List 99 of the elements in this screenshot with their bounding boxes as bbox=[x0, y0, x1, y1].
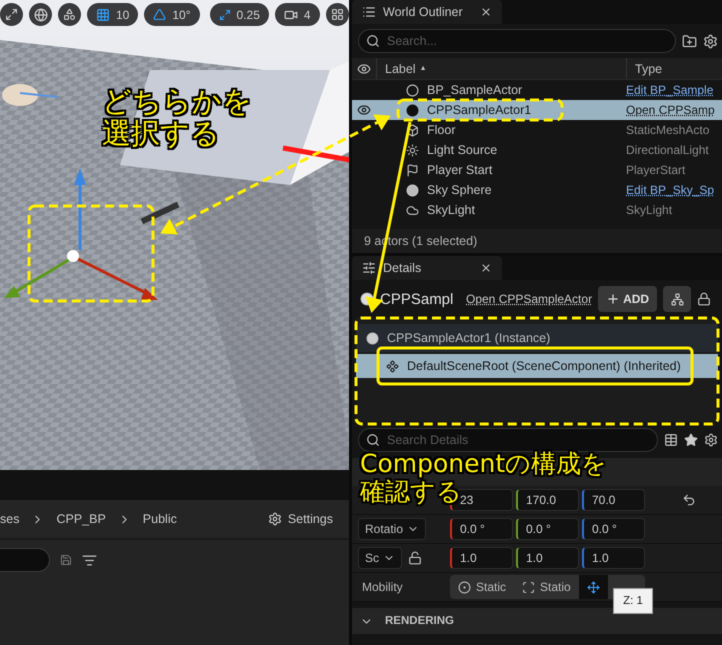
actor-label: SkyLight bbox=[427, 203, 475, 217]
type-label: PlayerStart bbox=[626, 163, 686, 177]
settings-button[interactable]: Settings bbox=[262, 511, 339, 527]
maximize-icon bbox=[5, 8, 18, 21]
type-link[interactable]: Edit BP_Sky_Sp bbox=[626, 183, 722, 197]
target-icon bbox=[458, 580, 471, 594]
settings-icon[interactable] bbox=[703, 34, 718, 48]
world-outliner-tab[interactable]: World Outliner bbox=[352, 0, 502, 24]
outliner-row[interactable]: Light Source DirectionalLight bbox=[352, 140, 722, 160]
number-field[interactable]: 1.0 bbox=[582, 547, 645, 569]
scale-snap-button[interactable]: 0.25 bbox=[210, 3, 269, 26]
angle-icon bbox=[153, 8, 166, 21]
search-field[interactable]: Search... bbox=[358, 29, 676, 53]
section-header[interactable]: RENDERING bbox=[352, 608, 722, 634]
details-tab[interactable]: Details bbox=[352, 256, 502, 280]
transform-dropdown[interactable]: Sc bbox=[358, 547, 402, 569]
mobility-option[interactable]: Static bbox=[450, 575, 514, 599]
number-field[interactable]: 0.0 ° bbox=[582, 518, 645, 540]
component-item[interactable]: DefaultSceneRoot (SceneComponent) (Inherited) bbox=[356, 354, 718, 378]
annotation-text: 選択する bbox=[102, 118, 220, 150]
type-label: SkyLight bbox=[626, 203, 674, 217]
property-label: Mobility bbox=[361, 580, 404, 594]
snap-icon bbox=[63, 8, 76, 21]
annotation-text: Componentの構成を bbox=[360, 450, 608, 478]
actor-label: Light Source bbox=[427, 143, 498, 157]
column-header[interactable]: Type bbox=[635, 62, 662, 76]
reset-icon[interactable] bbox=[682, 493, 696, 507]
blueprint-button[interactable] bbox=[663, 286, 692, 312]
actor-label: Sky Sphere bbox=[427, 183, 492, 197]
bracket-icon bbox=[522, 580, 536, 594]
actor-icon bbox=[366, 332, 379, 344]
eye-icon[interactable] bbox=[357, 103, 371, 117]
eye-icon bbox=[357, 62, 371, 76]
actor-icon bbox=[406, 104, 419, 116]
scale-icon bbox=[218, 8, 231, 20]
actor-name: CPPSampl bbox=[380, 290, 454, 308]
actor-label: BP_SampleActor bbox=[427, 83, 522, 97]
grid-snap-button[interactable]: 10 bbox=[87, 3, 138, 26]
type-link[interactable]: Open CPPSamp bbox=[626, 103, 722, 117]
filter-icon[interactable] bbox=[82, 552, 97, 568]
folder-add-icon[interactable] bbox=[682, 34, 697, 48]
type-label: StaticMeshActo bbox=[626, 123, 710, 137]
details-icon bbox=[362, 261, 376, 275]
outliner-row[interactable]: SkyLight SkyLight bbox=[352, 200, 722, 220]
close-icon[interactable] bbox=[480, 6, 492, 18]
breadcrumb-item[interactable]: CPP_BP bbox=[56, 512, 106, 526]
cube-icon bbox=[406, 124, 419, 136]
globe-icon bbox=[34, 8, 48, 22]
sphere-icon bbox=[406, 184, 419, 196]
outliner-row[interactable]: Player Start PlayerStart bbox=[352, 160, 722, 180]
camera-speed-button[interactable]: 4 bbox=[274, 3, 320, 26]
annotation-text: どちらかを bbox=[102, 86, 252, 118]
open-link[interactable]: Open CPPSampleActor bbox=[466, 292, 592, 306]
plus-icon bbox=[606, 292, 620, 306]
mobility-option[interactable] bbox=[578, 575, 608, 599]
settings-icon bbox=[268, 512, 282, 526]
sun-icon bbox=[406, 144, 419, 156]
component-icon bbox=[386, 360, 399, 372]
number-field[interactable]: 170.0 bbox=[516, 489, 579, 511]
number-field[interactable]: 0.0 ° bbox=[516, 518, 579, 540]
outliner-row[interactable]: BP_SampleActor Edit BP_Sample bbox=[352, 80, 722, 100]
number-field[interactable]: 70.0 bbox=[582, 489, 645, 511]
add-button[interactable]: ADD bbox=[598, 286, 658, 312]
outliner-row[interactable]: Floor StaticMeshActo bbox=[352, 120, 722, 140]
component-item[interactable]: CPPSampleActor1 (Instance) bbox=[356, 324, 718, 352]
layout-icon bbox=[330, 8, 344, 21]
tooltip: Z: 1 bbox=[613, 588, 653, 614]
move-icon bbox=[586, 580, 600, 594]
actor-label: CPPSampleActor1 bbox=[427, 103, 532, 117]
cloud-icon bbox=[406, 204, 419, 216]
actor-icon bbox=[406, 84, 419, 96]
breadcrumb-item[interactable]: Public bbox=[142, 512, 177, 526]
settings-icon[interactable] bbox=[704, 433, 718, 447]
close-icon[interactable] bbox=[480, 262, 492, 274]
angle-snap-button[interactable]: 10° bbox=[144, 3, 200, 26]
save-icon[interactable] bbox=[60, 554, 72, 566]
breadcrumb-item[interactable]: ses bbox=[0, 512, 20, 526]
outliner-icon bbox=[362, 5, 376, 19]
search-field[interactable] bbox=[0, 548, 50, 572]
flag-icon bbox=[406, 164, 419, 176]
number-field[interactable]: 0.0 ° bbox=[450, 518, 513, 540]
number-field[interactable]: 1.0 bbox=[450, 547, 513, 569]
type-link[interactable]: Edit BP_Sample bbox=[626, 83, 722, 97]
table-icon[interactable] bbox=[664, 433, 678, 447]
lock-icon[interactable] bbox=[697, 292, 712, 306]
actor-label: Floor bbox=[427, 123, 456, 137]
nodes-icon bbox=[670, 292, 684, 306]
outliner-row[interactable]: Sky Sphere Edit BP_Sky_Sp bbox=[352, 180, 722, 200]
type-label: DirectionalLight bbox=[626, 143, 710, 157]
unlocked-icon[interactable] bbox=[408, 551, 422, 565]
number-field[interactable]: 1.0 bbox=[516, 547, 579, 569]
grid-icon bbox=[96, 8, 110, 22]
star-icon[interactable] bbox=[684, 433, 698, 447]
search-field[interactable]: Search Details bbox=[358, 428, 658, 452]
actor-label: Player Start bbox=[427, 163, 492, 177]
outliner-row[interactable]: CPPSampleActor1 Open CPPSamp bbox=[352, 100, 722, 120]
mobility-option[interactable]: Statio bbox=[514, 575, 579, 599]
transform-dropdown[interactable]: Rotatio bbox=[358, 518, 426, 540]
column-header[interactable]: Label bbox=[385, 62, 416, 76]
